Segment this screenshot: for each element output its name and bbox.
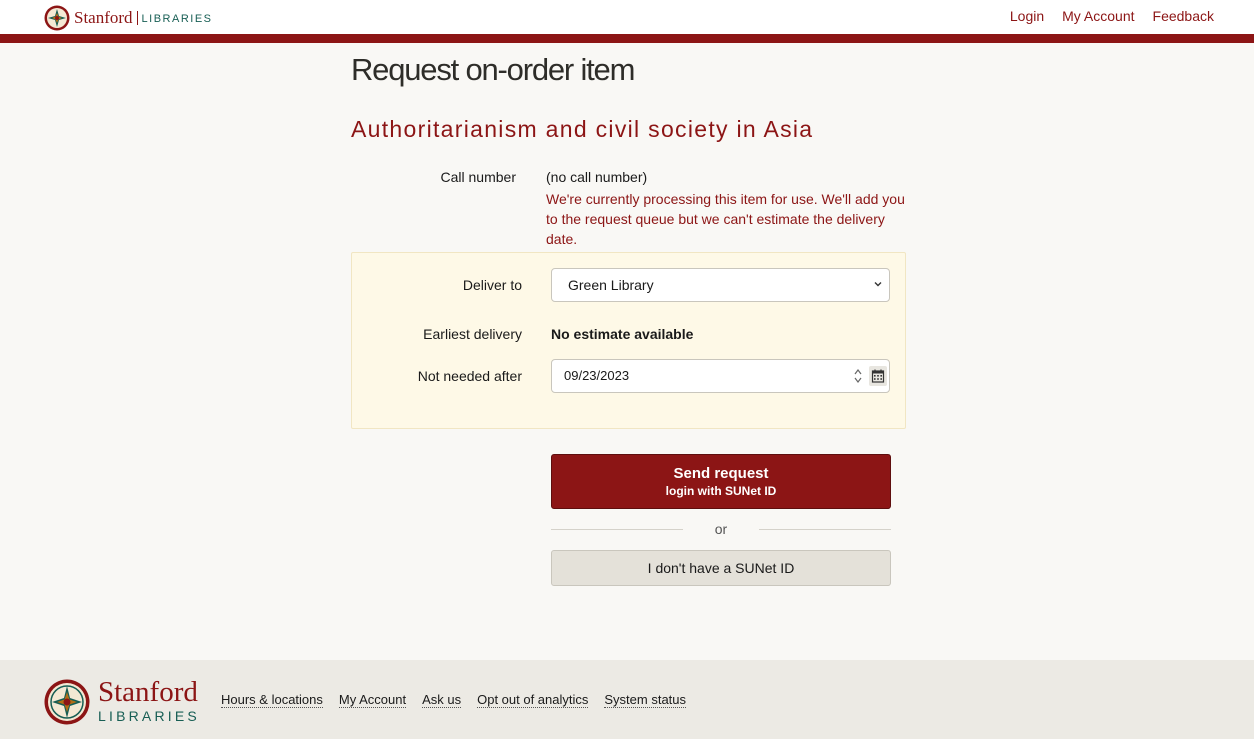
brand-divider [136,11,138,25]
system-status-link[interactable]: System status [604,692,687,708]
item-title: Authoritarianism and civil society in As… [351,116,814,142]
date-spinner-icon[interactable] [853,366,863,386]
earliest-delivery-label: Earliest delivery [423,326,522,342]
send-request-sublabel: login with SUNet ID [665,484,777,498]
deliver-to-label: Deliver to [462,277,522,293]
deliver-to-select[interactable]: Green Library [551,268,890,302]
opt-out-analytics-link[interactable]: Opt out of analytics [477,692,589,708]
calendar-icon [871,369,885,383]
hours-locations-link[interactable]: Hours & locations [221,692,323,708]
or-text: or [714,521,728,537]
ask-us-link[interactable]: Ask us [422,692,462,708]
stanford-seal-icon [44,679,90,724]
header-stripe [0,34,1254,43]
call-number-value: (no call number) [546,169,648,185]
not-needed-after-value: 09/23/2023 [564,368,630,383]
brand-subtitle: LIBRARIES [141,13,213,25]
page-title: Request on-order item [351,52,635,87]
stanford-seal-icon [44,5,70,31]
footer-my-account-link[interactable]: My Account [338,692,407,708]
or-divider-right [759,529,891,530]
processing-notice: We're currently processing this item for… [546,191,905,247]
feedback-link[interactable]: Feedback [1153,8,1214,24]
not-needed-after-input[interactable]: 09/23/2023 [551,359,890,393]
send-request-label: Send request [673,465,769,482]
deliver-to-value: Green Library [568,277,654,293]
footer-brand-subtitle: LIBRARIES [98,708,200,724]
chevron-down-icon [873,269,883,301]
earliest-delivery-value: No estimate available [551,326,694,342]
stanford-libraries-logo[interactable]: Stanford LIBRARIES [44,4,213,32]
send-request-button[interactable]: Send request login with SUNet ID [551,454,891,509]
not-needed-after-label: Not needed after [417,368,522,384]
footer-logo[interactable]: Stanford LIBRARIES [44,678,200,725]
no-sunet-button[interactable]: I don't have a SUNet ID [551,550,891,586]
or-divider-left [551,529,683,530]
login-link[interactable]: Login [1010,8,1044,24]
call-number-label: Call number [440,169,516,185]
footer-brand-name: Stanford [98,676,198,708]
calendar-button[interactable] [869,366,887,386]
top-nav: Login My Account Feedback [1010,8,1214,24]
brand-name: Stanford [74,8,133,27]
site-header: Stanford LIBRARIES Login My Account Feed… [0,0,1254,34]
footer-nav: Hours & locations My Account Ask us Opt … [221,692,687,708]
my-account-link[interactable]: My Account [1062,8,1134,24]
